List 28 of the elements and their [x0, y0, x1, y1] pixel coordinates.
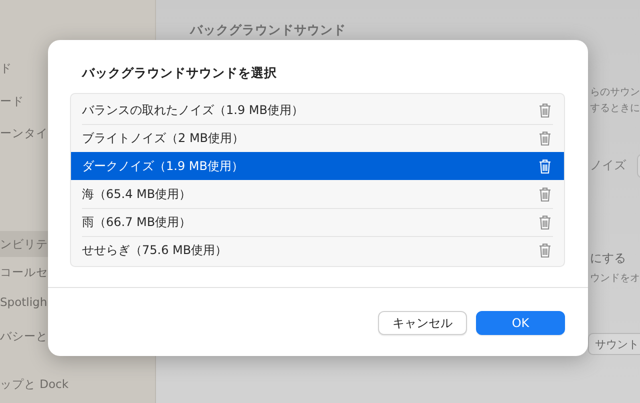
setting-label: にする	[590, 250, 626, 267]
sound-row[interactable]: ダークノイズ（1.9 MB使用）	[71, 152, 564, 180]
trash-icon[interactable]	[539, 102, 551, 118]
sound-row[interactable]: 雨（66.7 MB使用）	[71, 208, 564, 236]
setting-label: ノイズ	[590, 157, 626, 174]
sound-label: せせらぎ（75.6 MB使用）	[82, 242, 228, 258]
sound-row[interactable]: ブライトノイズ（2 MB使用）	[71, 124, 564, 152]
sound-label: ダークノイズ（1.9 MB使用）	[82, 158, 244, 174]
trash-icon[interactable]	[539, 214, 551, 230]
sound-row[interactable]: 海（65.4 MB使用）	[71, 180, 564, 208]
sidebar-item[interactable]: ップと Dock	[0, 371, 150, 397]
sound-row[interactable]: バランスの取れたノイズ（1.9 MB使用）	[71, 96, 564, 124]
trash-icon[interactable]	[539, 130, 551, 146]
sound-button[interactable]: サウント	[588, 333, 640, 355]
cancel-button[interactable]: キャンセル	[378, 311, 467, 335]
description-text: ウンドをオ	[590, 272, 640, 285]
trash-icon[interactable]	[539, 242, 551, 258]
sound-label: 海（65.4 MB使用）	[82, 186, 192, 202]
ok-button[interactable]: OK	[476, 311, 565, 335]
description-text: らのサウン	[590, 86, 640, 99]
sound-label: ブライトノイズ（2 MB使用）	[82, 130, 244, 146]
trash-icon[interactable]	[539, 186, 551, 202]
sound-label: 雨（66.7 MB使用）	[82, 214, 192, 230]
sound-label: バランスの取れたノイズ（1.9 MB使用）	[82, 102, 304, 118]
sound-row[interactable]: せせらぎ（75.6 MB使用）	[71, 236, 564, 264]
description-text: するときに	[590, 102, 640, 115]
dialog-title: バックグラウンドサウンドを選択	[82, 65, 277, 82]
section-heading: バックグラウンドサウンド	[190, 22, 346, 39]
